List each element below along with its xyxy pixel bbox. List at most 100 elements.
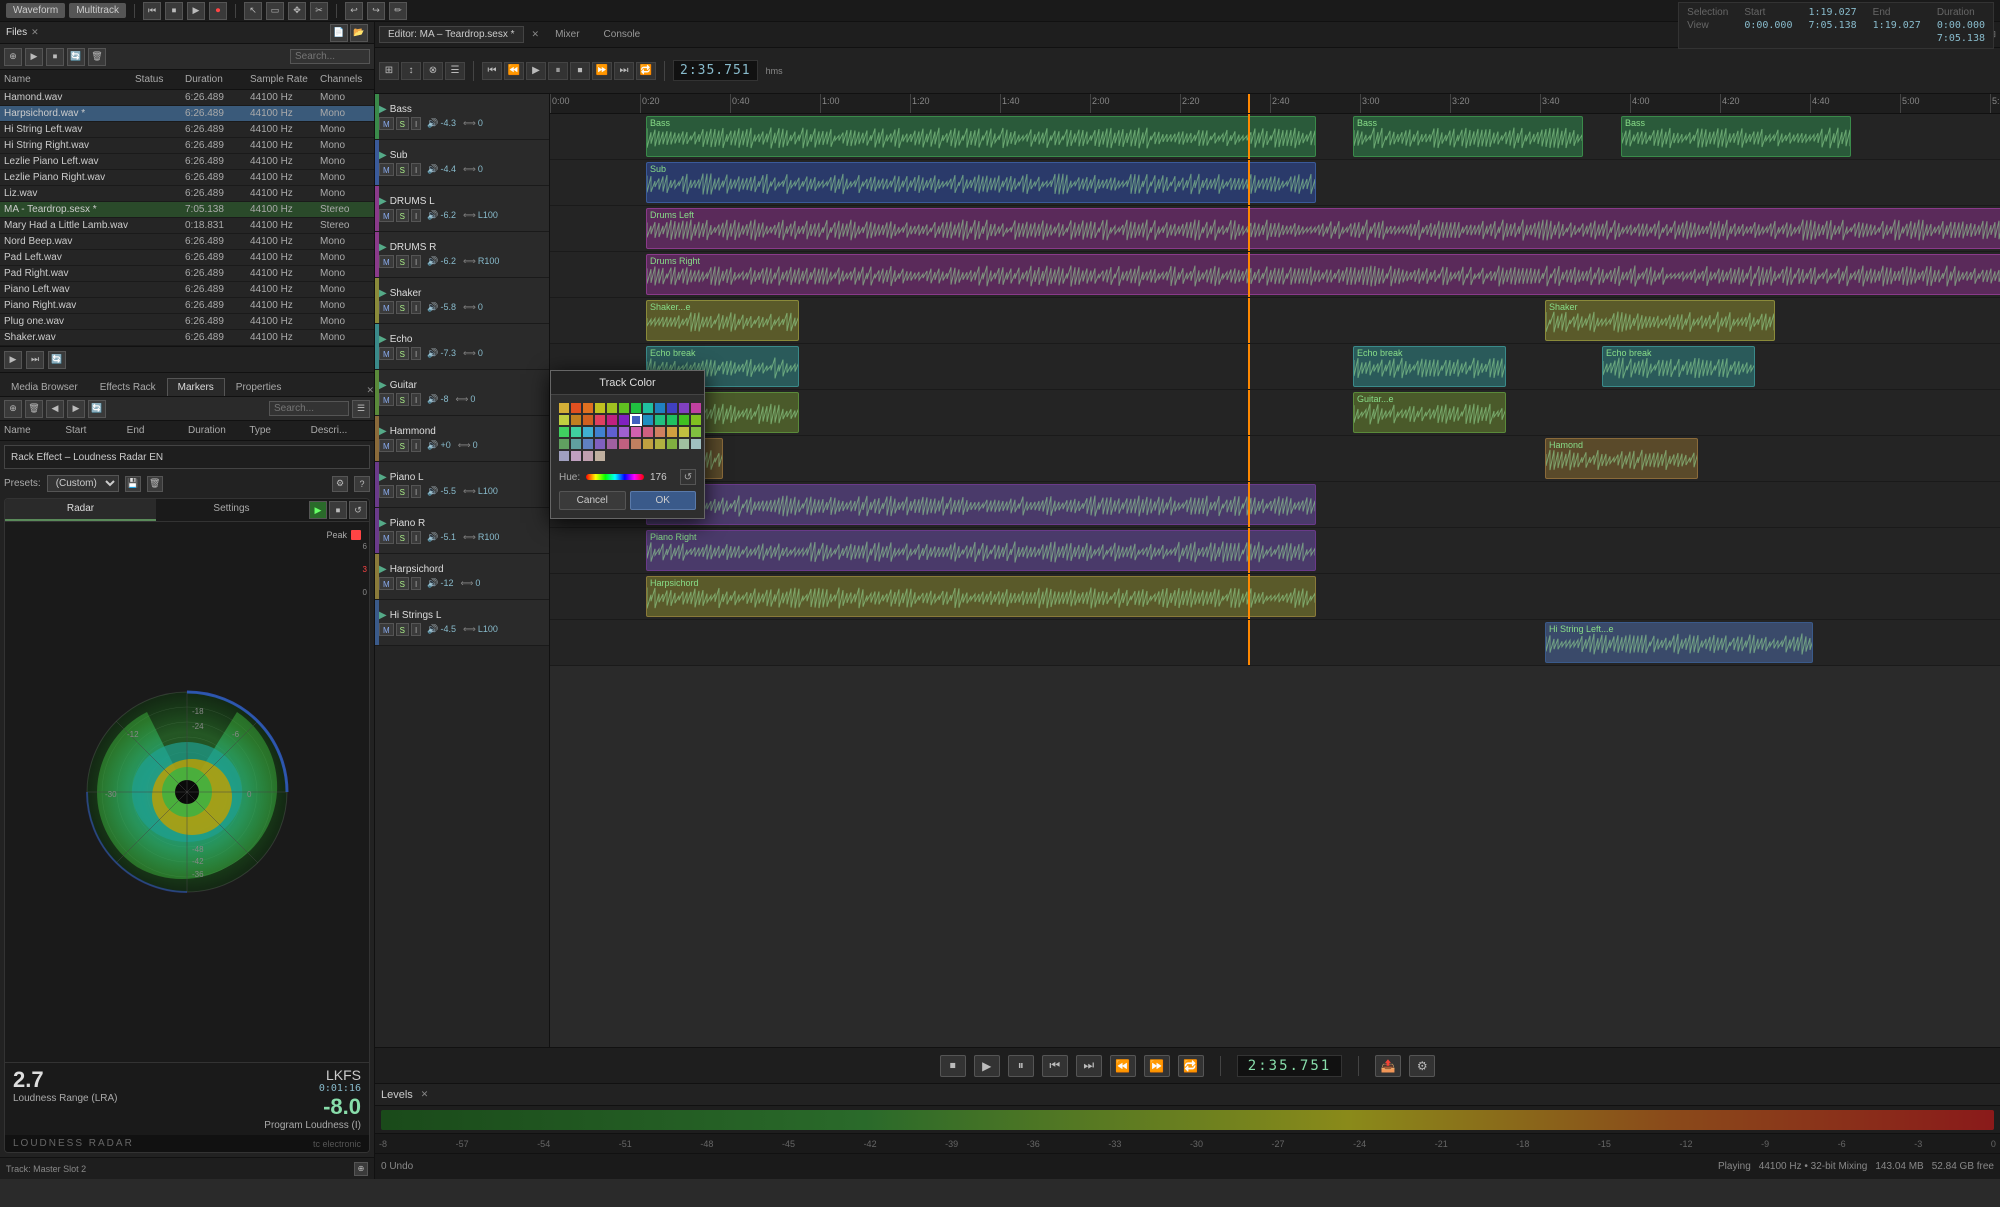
back-icon[interactable]: ⏮ (143, 2, 161, 20)
color-swatch[interactable] (595, 439, 605, 449)
color-swatch[interactable] (559, 415, 569, 425)
track-solo-btn[interactable]: S (396, 439, 409, 452)
tab-media-browser[interactable]: Media Browser (0, 378, 89, 396)
track-mute-btn[interactable]: M (379, 347, 394, 360)
color-swatch[interactable] (679, 427, 689, 437)
track-clip[interactable]: Bass (1621, 116, 1851, 157)
play-icon[interactable]: ▶ (187, 2, 205, 20)
file-row[interactable]: Mary Had a Little Lamb.wav 0:18.831 4410… (0, 218, 374, 234)
track-solo-btn[interactable]: S (396, 301, 409, 314)
track-input-btn[interactable]: I (411, 393, 421, 406)
color-swatch[interactable] (643, 403, 653, 413)
track-header[interactable]: ▶Hammond M S I 🔊 +0 ⟺ 0 (375, 416, 549, 462)
color-swatch[interactable] (571, 403, 581, 413)
trans-export[interactable]: 📤 (1375, 1055, 1401, 1077)
track-clip[interactable]: Shaker...e (646, 300, 799, 341)
track-header[interactable]: ▶Piano R M S I 🔊 -5.1 ⟺ R100 (375, 508, 549, 554)
markers-search[interactable] (269, 401, 349, 416)
track-solo-btn[interactable]: S (396, 577, 409, 590)
color-swatch[interactable] (595, 403, 605, 413)
undo-icon[interactable]: ↩ (345, 2, 363, 20)
track-row[interactable]: Shaker...eShaker (550, 298, 2000, 344)
file-row[interactable]: MA - Teardrop.sesx * 7:05.138 44100 Hz S… (0, 202, 374, 218)
track-clip[interactable]: Echo break (1353, 346, 1506, 387)
track-solo-btn[interactable]: S (396, 347, 409, 360)
track-input-btn[interactable]: I (411, 209, 421, 222)
track-solo-btn[interactable]: S (396, 209, 409, 222)
color-swatch[interactable] (607, 427, 617, 437)
file-row[interactable]: Shaker.wav 6:26.489 44100 Hz Mono (0, 330, 374, 346)
trans-loop[interactable]: 🔁 (1178, 1055, 1204, 1077)
color-swatch[interactable] (667, 415, 677, 425)
radar-stop[interactable]: ⏹ (329, 501, 347, 519)
editor-tab[interactable]: Editor: MA – Teardrop.sesx * (379, 26, 524, 43)
track-header[interactable]: ▶Shaker M S I 🔊 -5.8 ⟺ 0 (375, 278, 549, 324)
track-clip[interactable]: Drums Right (646, 254, 2000, 295)
ff-loop[interactable]: 🔄 (48, 351, 66, 369)
color-swatch[interactable] (655, 439, 665, 449)
color-swatch[interactable] (559, 439, 569, 449)
tc-icon4[interactable]: ☰ (445, 62, 465, 80)
tf-icon1[interactable]: ⊕ (354, 1162, 368, 1176)
color-swatch[interactable] (631, 427, 641, 437)
color-swatch[interactable] (619, 415, 629, 425)
track-clip[interactable]: Bass (646, 116, 1316, 157)
track-row[interactable]: Bass Bass Bass (550, 114, 2000, 160)
file-row[interactable]: Piano Left.wav 6:26.489 44100 Hz Mono (0, 282, 374, 298)
file-row[interactable]: Plug one.wav 6:26.489 44100 Hz Mono (0, 314, 374, 330)
track-row[interactable]: Sub (550, 160, 2000, 206)
color-swatch[interactable] (655, 403, 665, 413)
track-header[interactable]: ▶DRUMS L M S I 🔊 -6.2 ⟺ L100 (375, 186, 549, 232)
radar-play[interactable]: ▶ (309, 501, 327, 519)
color-swatch[interactable] (679, 439, 689, 449)
tc-loop[interactable]: 🔁 (636, 62, 656, 80)
editor-close[interactable]: ✕ (532, 29, 540, 40)
tc-forward[interactable]: ⏩ (592, 62, 612, 80)
track-clip[interactable]: Bass (1353, 116, 1583, 157)
track-header[interactable]: ▶Sub M S I 🔊 -4.4 ⟺ 0 (375, 140, 549, 186)
ft-import[interactable]: ⊕ (4, 48, 22, 66)
file-row[interactable]: Piano Right.wav 6:26.489 44100 Hz Mono (0, 298, 374, 314)
tc-icon2[interactable]: ↕ (401, 62, 421, 80)
color-swatch[interactable] (691, 403, 701, 413)
track-solo-btn[interactable]: S (396, 163, 409, 176)
ft-play[interactable]: ▶ (25, 48, 43, 66)
file-row[interactable]: Liz.wav 6:26.489 44100 Hz Mono (0, 186, 374, 202)
tc-to-end[interactable]: ⏭ (614, 62, 634, 80)
color-swatch[interactable] (631, 415, 641, 425)
track-mute-btn[interactable]: M (379, 485, 394, 498)
track-input-btn[interactable]: I (411, 623, 421, 636)
presets-select[interactable]: (Custom) (47, 475, 119, 492)
color-swatch[interactable] (559, 451, 569, 461)
mk-prev[interactable]: ◀ (46, 400, 64, 418)
console-btn[interactable]: Console (596, 27, 649, 42)
select-tool[interactable]: ▭ (266, 2, 284, 20)
track-clip[interactable]: Hamond (1545, 438, 1698, 479)
track-input-btn[interactable]: I (411, 347, 421, 360)
track-clip[interactable]: Piano Right (646, 530, 1316, 571)
radar-reset[interactable]: ↺ (349, 501, 367, 519)
track-mute-btn[interactable]: M (379, 393, 394, 406)
tc-play[interactable]: ▶ (526, 62, 546, 80)
track-row[interactable]: Drums Right (550, 252, 2000, 298)
tcd-reset[interactable]: ↺ (680, 469, 696, 485)
track-row[interactable]: ...dHamond (550, 436, 2000, 482)
track-mute-btn[interactable]: M (379, 577, 394, 590)
tracks-scroll[interactable]: BassBassBassSubDrums LeftDrums RightShak… (550, 114, 2000, 1047)
color-swatch[interactable] (607, 415, 617, 425)
tcd-cancel[interactable]: Cancel (559, 491, 626, 510)
color-swatch[interactable] (667, 427, 677, 437)
track-row[interactable]: Piano Right (550, 528, 2000, 574)
color-swatch[interactable] (583, 427, 593, 437)
track-row[interactable]: Drums Left (550, 206, 2000, 252)
record-icon[interactable]: ⏺ (209, 2, 227, 20)
color-swatch[interactable] (583, 439, 593, 449)
file-row[interactable]: Nord Beep.wav 6:26.489 44100 Hz Mono (0, 234, 374, 250)
color-swatch[interactable] (655, 427, 665, 437)
track-header[interactable]: ▶DRUMS R M S I 🔊 -6.2 ⟺ R100 (375, 232, 549, 278)
track-input-btn[interactable]: I (411, 117, 421, 130)
files-open-icon[interactable]: 📂 (350, 24, 368, 42)
color-swatch[interactable] (619, 439, 629, 449)
color-swatch[interactable] (667, 403, 677, 413)
track-header[interactable]: ▶Piano L M S I 🔊 -5.5 ⟺ L100 (375, 462, 549, 508)
